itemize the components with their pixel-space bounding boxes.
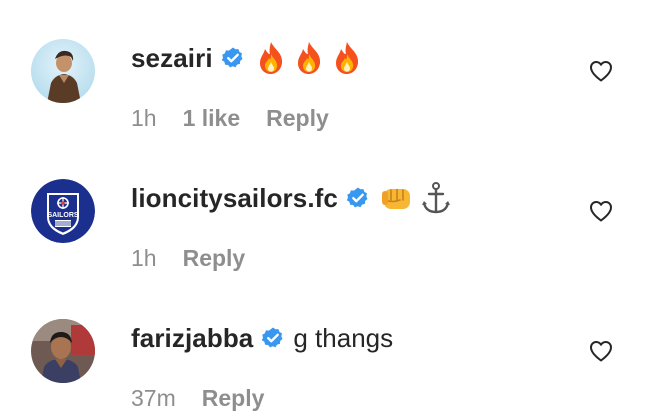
comment-text: g thangs [293, 322, 394, 353]
user-avatar-icon [31, 319, 95, 383]
comment-emojis [380, 181, 452, 215]
username[interactable]: farizjabba [131, 323, 253, 354]
comment-item: farizjabba g thangs 37m Reply [0, 280, 665, 420]
comment-timestamp: 37m [131, 384, 176, 411]
comment-item: sezairi 1h 1 like Reply [0, 0, 665, 140]
fire-emoji-icon [335, 42, 358, 74]
username[interactable]: sezairi [131, 43, 213, 74]
comment-emojis [255, 41, 363, 75]
comment-meta: 1h Reply [131, 243, 245, 273]
comment-meta: 1h 1 like Reply [131, 103, 329, 133]
like-heart-icon[interactable] [588, 198, 614, 224]
reply-button[interactable]: Reply [202, 385, 265, 412]
verified-badge-icon [221, 46, 245, 70]
avatar[interactable]: SAILORS [31, 179, 95, 243]
verified-badge-icon [346, 186, 370, 210]
like-count-link[interactable]: 1 like [183, 105, 241, 132]
reply-button[interactable]: Reply [266, 105, 329, 132]
fire-emoji-icon [297, 42, 320, 74]
reply-button[interactable]: Reply [183, 245, 246, 272]
avatar[interactable] [31, 319, 95, 383]
comment-meta: 37m Reply [131, 383, 264, 413]
avatar[interactable] [31, 39, 95, 103]
comment-timestamp: 1h [131, 244, 157, 271]
like-heart-icon[interactable] [588, 338, 614, 364]
anchor-emoji-icon [421, 182, 450, 214]
oncoming-fist-emoji-icon [381, 188, 410, 209]
verified-badge-icon [261, 326, 285, 350]
logo-text: SAILORS [47, 212, 78, 219]
fire-emoji-icon [259, 42, 282, 74]
like-heart-icon[interactable] [588, 58, 614, 84]
comment-timestamp: 1h [131, 104, 157, 131]
user-avatar-icon [31, 39, 95, 103]
username[interactable]: lioncitysailors.fc [131, 183, 338, 214]
comment-item: SAILORS lioncitysailors.fc 1h Reply [0, 140, 665, 280]
lion-city-sailors-logo-icon: SAILORS [31, 179, 95, 243]
